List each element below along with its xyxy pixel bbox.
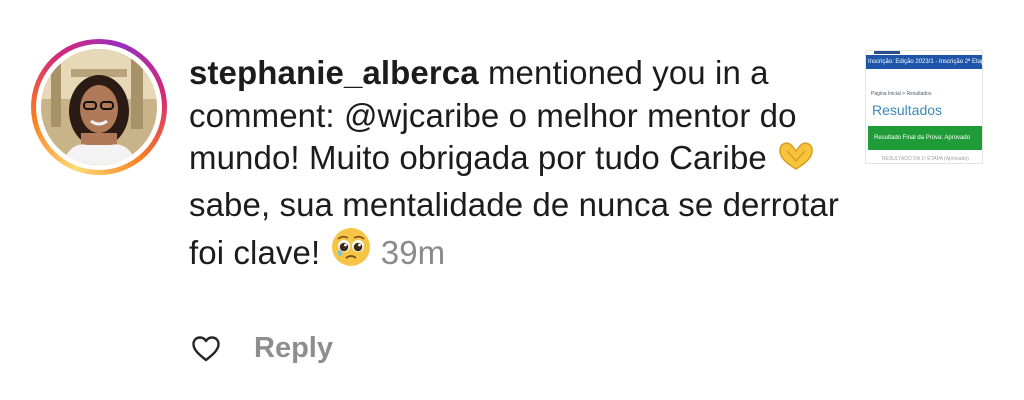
post-thumbnail[interactable]: Inscrição: Edição 2023/1 - Inscrição 2ª …: [865, 50, 983, 164]
pleading-face-emoji-icon: [330, 226, 372, 279]
notification-text: stephanie_alberca mentioned you in a com…: [189, 52, 849, 279]
thumbnail-breadcrumb: Página Inicial > Resultados: [871, 91, 932, 97]
timestamp: 39m: [380, 234, 446, 271]
profile-avatar[interactable]: [31, 39, 167, 175]
thumbnail-result-secondary: RESULTADO DA 1ª ETAPA (Aprovado): [882, 156, 969, 161]
heart-outline-icon[interactable]: [190, 333, 222, 365]
thumbnail-header: Inscrição: Edição 2023/1 - Inscrição 2ª …: [866, 55, 982, 69]
avatar-photo: [41, 49, 157, 165]
username-link[interactable]: stephanie_alberca: [189, 54, 479, 91]
heart-hands-emoji-icon: [776, 139, 816, 184]
comment-continuation: sabe, sua mentalidade de nunca se derrot…: [189, 185, 839, 272]
thumbnail-title: Resultados: [872, 102, 943, 118]
thumbnail-topbar: [866, 51, 982, 55]
comment-actions: Reply: [190, 332, 333, 365]
reply-button[interactable]: Reply: [254, 332, 333, 365]
avatar-ring-gap: [36, 44, 162, 170]
thumbnail-result-banner: Resultado Final da Prova: Aprovado: [868, 126, 982, 150]
